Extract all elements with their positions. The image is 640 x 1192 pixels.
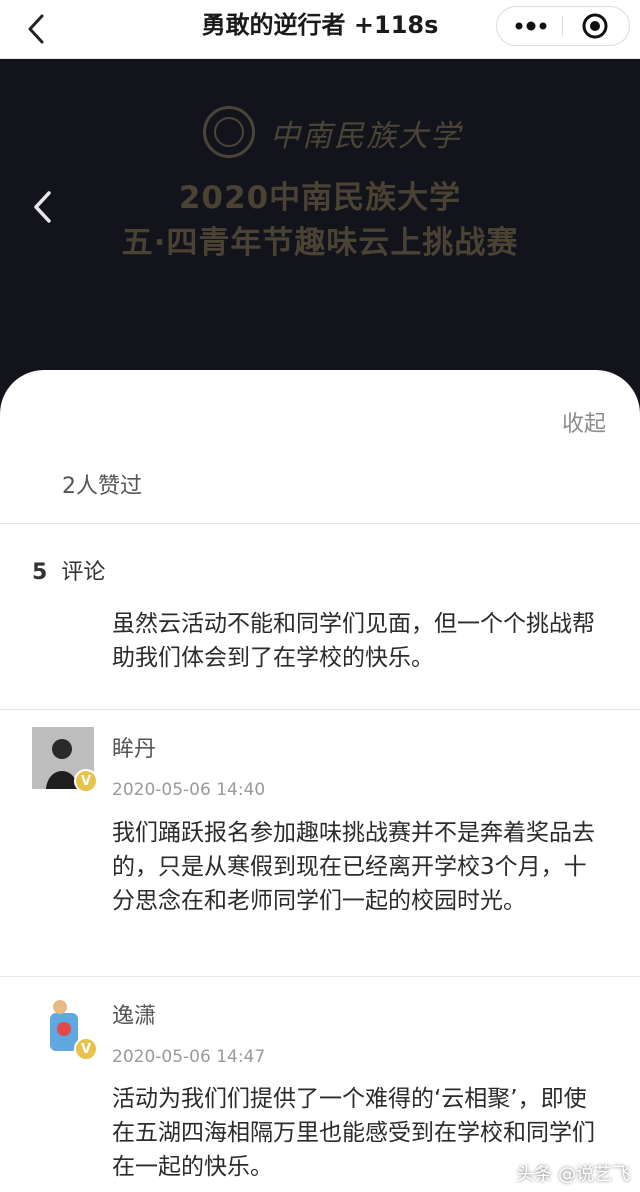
divider bbox=[0, 976, 640, 977]
page-title: 勇敢的逆行者 +118s bbox=[201, 11, 439, 39]
comment-time: 2020-05-06 14:47 bbox=[112, 1047, 266, 1067]
verified-badge: V bbox=[74, 769, 98, 793]
close-button[interactable] bbox=[569, 7, 621, 45]
target-close-icon bbox=[582, 13, 608, 39]
capsule-divider bbox=[562, 16, 563, 36]
verified-badge: V bbox=[74, 1037, 98, 1061]
comment-author[interactable]: 眸丹 bbox=[112, 731, 156, 763]
avatar[interactable]: V bbox=[32, 995, 98, 1061]
avatar[interactable]: V bbox=[32, 727, 98, 793]
divider bbox=[0, 709, 640, 710]
comment-time: 2020-05-06 14:40 bbox=[112, 780, 266, 800]
event-banner: 中南民族大学 2020中南民族大学 五·四青年节趣味云上挑战赛 bbox=[0, 59, 640, 419]
university-emblem-icon bbox=[203, 106, 255, 158]
mini-program-capsule bbox=[496, 6, 630, 46]
comment-author[interactable]: 逸潇 bbox=[112, 998, 156, 1030]
comments-sheet: 收起 2人赞过 5 评论 虽然云活动不能和同学们见面，但一个个挑战帮助我们体会到了… bbox=[0, 370, 640, 1192]
university-name: 中南民族大学 bbox=[270, 119, 462, 154]
more-button[interactable] bbox=[505, 7, 557, 45]
collapse-button[interactable]: 收起 bbox=[562, 406, 606, 438]
comment-text: 虽然云活动不能和同学们见面，但一个个挑战帮助我们体会到了在学校的快乐。 bbox=[112, 611, 595, 671]
banner-title-line1: 2020中南民族大学 bbox=[178, 180, 462, 216]
top-navigation-bar: 勇敢的逆行者 +118s bbox=[0, 0, 640, 59]
divider bbox=[0, 523, 640, 524]
comments-header: 5 评论 bbox=[32, 554, 105, 586]
back-button[interactable] bbox=[18, 10, 54, 48]
likes-count: 2人赞过 bbox=[62, 474, 142, 499]
banner-title-line2: 五·四青年节趣味云上挑战赛 bbox=[121, 225, 519, 261]
comment-label: 评论 bbox=[61, 560, 106, 585]
comment-count: 5 bbox=[32, 560, 48, 585]
more-dots-icon bbox=[515, 21, 547, 31]
chevron-left-icon bbox=[28, 14, 44, 44]
comment-text: 我们踊跃报名参加趣味挑战赛并不是奔着奖品去的，只是从寒假到现在已经离开学校3个月… bbox=[112, 820, 595, 914]
watermark: 头条 @说艺飞 bbox=[516, 1164, 630, 1185]
